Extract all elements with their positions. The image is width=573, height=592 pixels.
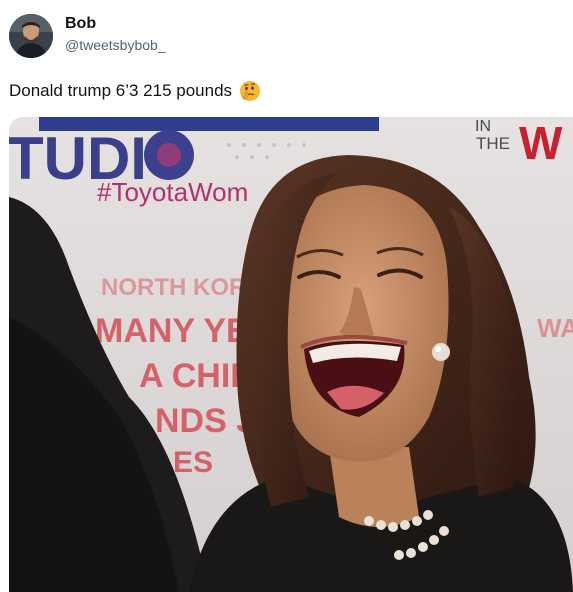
backdrop-in-the-text: IN xyxy=(475,118,491,135)
backdrop-w-text: W xyxy=(519,117,563,169)
backdrop-es-text: ES xyxy=(173,446,213,479)
author-display-name[interactable]: Bob xyxy=(65,14,166,34)
tweet-text-content: Donald trump 6’3 215 pounds xyxy=(9,81,233,100)
backdrop-hashtag-text: #ToyotaWom xyxy=(97,177,248,207)
avatar-image xyxy=(9,14,53,58)
backdrop-north-text: NORTH KOR xyxy=(101,274,246,301)
thinking-face-icon xyxy=(238,79,262,103)
tweet-card[interactable]: Bob @tweetsbybob_ Donald trump 6’3 215 p… xyxy=(0,0,573,592)
backdrop-the-text: THE xyxy=(476,134,510,153)
avatar[interactable] xyxy=(9,14,53,58)
author-info: Bob @tweetsbybob_ xyxy=(65,14,166,55)
backdrop-wa-text: WA xyxy=(537,313,573,343)
photo-laughing-woman: TUDIO #ToyotaWom IN THE W NORTH KOR MANY… xyxy=(9,117,573,592)
tweet-text: Donald trump 6’3 215 pounds xyxy=(9,79,262,103)
author-handle[interactable]: @tweetsbybob_ xyxy=(65,35,166,55)
tweet-media-photo[interactable]: TUDIO #ToyotaWom IN THE W NORTH KOR MANY… xyxy=(9,117,573,592)
